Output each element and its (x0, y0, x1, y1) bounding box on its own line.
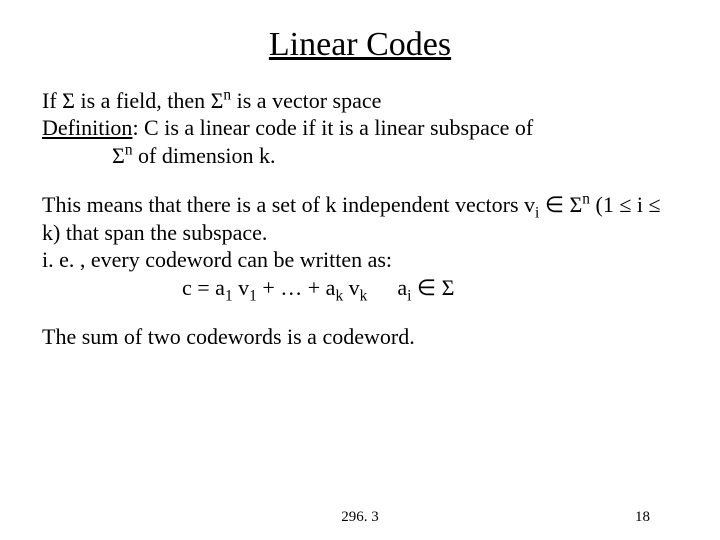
footer-page-number: 18 (635, 508, 650, 527)
sigma-symbol: Σ (62, 88, 75, 113)
sigma-symbol: Σ (442, 275, 455, 300)
text: is a vector space (231, 88, 381, 113)
subscript-k: k (360, 287, 368, 304)
text: ∈ (411, 275, 441, 300)
text: v (343, 275, 360, 300)
text: + … + a (257, 275, 336, 300)
text: : C is a linear code if it is a linear s… (132, 115, 533, 140)
text: k) that span the subspace. (42, 220, 267, 245)
sigma-symbol: Σ (211, 88, 224, 113)
superscript-n: n (125, 141, 133, 158)
sigma-symbol: Σ (112, 143, 125, 168)
le-symbol: ≤ (649, 192, 661, 217)
text: a (397, 275, 407, 300)
closure-statement: The sum of two codewords is a codeword. (42, 323, 678, 351)
text: is a field, then (75, 88, 211, 113)
text: i (631, 192, 648, 217)
definition-label: Definition (42, 115, 132, 140)
equation: c = a1 v1 + … + ak vkai ∈ Σ (42, 274, 454, 302)
text: v (233, 275, 250, 300)
explanation-block: This means that there is a set of k inde… (42, 191, 678, 301)
text: (1 (590, 192, 619, 217)
slide: Linear Codes If Σ is a field, then Σn is… (0, 0, 720, 351)
text: If (42, 88, 62, 113)
footer-course-number: 296. 3 (0, 508, 720, 527)
text: c = a (182, 275, 225, 300)
subscript-1: 1 (249, 287, 257, 304)
le-symbol: ≤ (619, 192, 631, 217)
superscript-n: n (582, 191, 590, 208)
text: i. e. , every codeword can be written as… (42, 247, 392, 272)
subscript-k: k (335, 287, 343, 304)
element-of-symbol: ∈ (545, 192, 564, 217)
indent: Σn of dimension k. (42, 143, 276, 168)
text: This means that there is a set of k inde… (42, 192, 535, 217)
text: of dimension k. (133, 143, 276, 168)
slide-title: Linear Codes (42, 24, 678, 67)
superscript-n: n (223, 86, 231, 103)
sigma-symbol: Σ (569, 192, 582, 217)
definition-block: If Σ is a field, then Σn is a vector spa… (42, 87, 678, 170)
subscript-1: 1 (225, 287, 233, 304)
